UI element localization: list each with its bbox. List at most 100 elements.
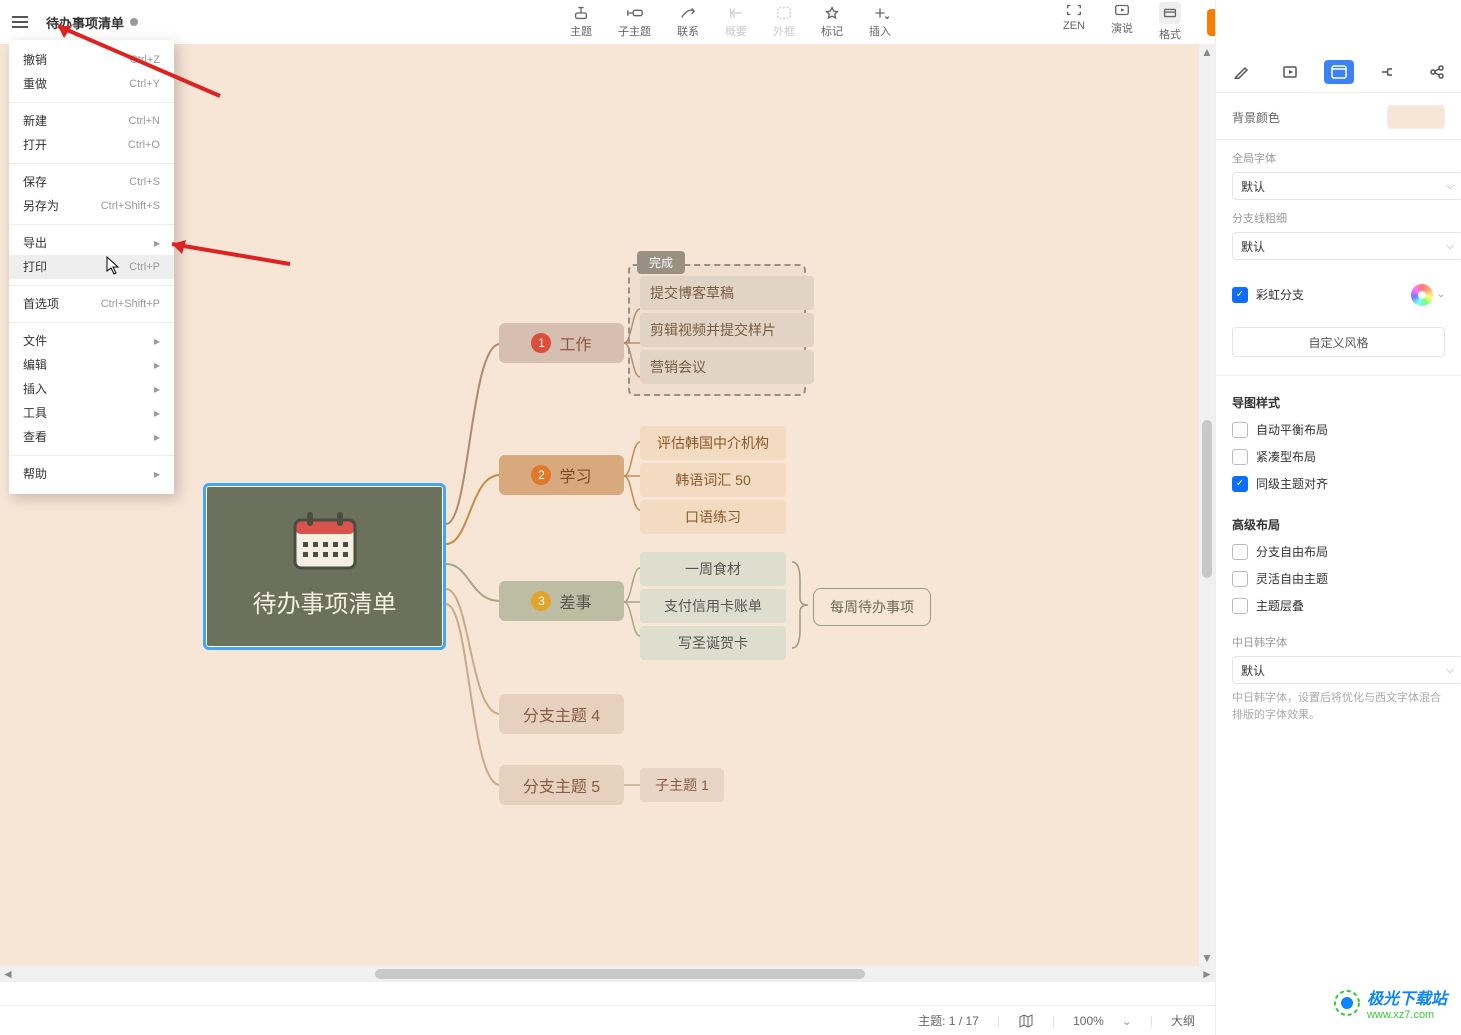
zen-button[interactable]: ZEN (1063, 2, 1085, 42)
menu-item-保存[interactable]: 保存Ctrl+S (9, 170, 174, 194)
vscroll-thumb[interactable] (1202, 420, 1212, 578)
topic-button[interactable]: 主题 (570, 5, 592, 39)
auto-balance-checkbox[interactable]: 自动平衡布局 (1232, 421, 1445, 438)
free-topic-checkbox[interactable]: 灵活自由主题 (1232, 570, 1445, 587)
main-menu-dropdown: 撤销Ctrl+Z重做Ctrl+Y 新建Ctrl+N打开Ctrl+O 保存Ctrl+S… (9, 40, 174, 494)
branch-4[interactable]: 分支主题 4 (499, 694, 624, 734)
watermark-url: www.xz7.com (1367, 1009, 1447, 1021)
hscroll-thumb[interactable] (375, 969, 865, 979)
menu-item-查看[interactable]: 查看▸ (9, 425, 174, 449)
rainbow-color-picker[interactable] (1411, 284, 1433, 306)
subtopic-work-3[interactable]: 营销会议 (640, 350, 814, 384)
menu-item-首选项[interactable]: 首选项Ctrl+Shift+P (9, 292, 174, 316)
chevron-down-icon[interactable]: ⌄ (1437, 289, 1445, 300)
global-font-select[interactable]: 默认⌵ (1232, 172, 1461, 200)
branch-errands[interactable]: 3 差事 (499, 581, 624, 621)
summary-bracket (790, 560, 810, 650)
watermark: 极光下载站 www.xz7.com (1333, 985, 1447, 1021)
menu-item-新建[interactable]: 新建Ctrl+N (9, 109, 174, 133)
scroll-left-arrow[interactable]: ◄ (0, 966, 16, 982)
menu-item-打印[interactable]: 打印Ctrl+P (9, 255, 174, 279)
subtopic-errand-1[interactable]: 一周食材 (640, 552, 786, 586)
compact-checkbox[interactable]: 紧凑型布局 (1232, 448, 1445, 465)
toolbar-label: 格式 (1159, 26, 1181, 42)
branch-5[interactable]: 分支主题 5 (499, 765, 624, 805)
menu-item-撤销[interactable]: 撤销Ctrl+Z (9, 48, 174, 72)
subtopic-work-2[interactable]: 剪辑视频并提交样片 (640, 313, 814, 347)
branch-label: 分支主题 5 (523, 773, 600, 797)
format-icon (1159, 2, 1181, 24)
boundary-button: 外框 (773, 5, 795, 39)
insert-button[interactable]: 插入 (869, 5, 891, 39)
menu-item-工具[interactable]: 工具▸ (9, 401, 174, 425)
branch-width-label: 分支线粗细 (1232, 210, 1445, 226)
cjk-font-label: 中日韩字体 (1232, 634, 1445, 650)
scroll-right-arrow[interactable]: ► (1199, 966, 1215, 982)
zoom-level[interactable]: 100% (1073, 1014, 1104, 1028)
branch-label: 学习 (559, 463, 591, 487)
branch-width-select[interactable]: 默认⌵ (1232, 232, 1461, 260)
scroll-up-arrow[interactable]: ▲ (1199, 44, 1215, 60)
relation-button[interactable]: 联系 (677, 5, 699, 39)
menu-item-另存为[interactable]: 另存为Ctrl+Shift+S (9, 194, 174, 218)
menu-item-重做[interactable]: 重做Ctrl+Y (9, 72, 174, 96)
branch-work[interactable]: 1 工作 (499, 323, 624, 363)
format-button[interactable]: 格式 (1159, 2, 1181, 42)
branch-label: 差事 (559, 589, 591, 613)
panel-tab-map[interactable] (1324, 60, 1354, 84)
vertical-scrollbar[interactable]: ▲ ▼ (1199, 44, 1215, 966)
cjk-font-select[interactable]: 默认⌵ (1232, 656, 1461, 684)
summary-topic[interactable]: 每周待办事项 (813, 588, 931, 626)
format-panel: 背景颜色 全局字体 默认⌵ 分支线粗细 默认⌵ 彩虹分支 ⌄ 自定义风格 导图样… (1215, 0, 1461, 1035)
scroll-down-arrow[interactable]: ▼ (1199, 950, 1215, 966)
free-branch-checkbox[interactable]: 分支自由布局 (1232, 543, 1445, 560)
toolbar-label: 子主题 (618, 23, 651, 39)
rainbow-branch-checkbox[interactable]: 彩虹分支 (1232, 286, 1304, 303)
calendar-icon (206, 508, 443, 574)
present-button[interactable]: 演说 (1111, 2, 1133, 42)
root-topic[interactable]: 待办事项清单 (203, 483, 446, 650)
marker-button[interactable]: 标记 (821, 5, 843, 39)
subtopic-button[interactable]: 子主题 (618, 5, 651, 39)
badge-1: 1 (531, 333, 551, 353)
custom-style-button[interactable]: 自定义风格 (1232, 327, 1445, 357)
toolbar-label: 概要 (725, 23, 747, 39)
panel-tab-branch[interactable] (1373, 60, 1403, 84)
canvas-area[interactable]: 待办事项清单 1 工作 完成 提交博客草稿 剪辑视频并提交样片 营销会议 2 学… (0, 44, 1215, 982)
zoom-dropdown-icon[interactable]: ⌄ (1122, 1014, 1132, 1028)
menu-item-导出[interactable]: 导出▸ (9, 231, 174, 255)
subtopic-study-2[interactable]: 韩语词汇 50 (640, 463, 786, 497)
subtopic-5-1[interactable]: 子主题 1 (640, 768, 724, 802)
subtopic-study-3[interactable]: 口语练习 (640, 500, 786, 534)
document-tab[interactable]: 待办事项清单 (46, 13, 138, 32)
branch-label: 分支主题 4 (523, 702, 600, 726)
branch-study[interactable]: 2 学习 (499, 455, 624, 495)
panel-tab-play[interactable] (1275, 60, 1305, 84)
subtopic-errand-3[interactable]: 写圣诞贺卡 (640, 626, 786, 660)
mindmap-canvas[interactable]: 待办事项清单 1 工作 完成 提交博客草稿 剪辑视频并提交样片 营销会议 2 学… (0, 44, 1215, 982)
bg-color-swatch[interactable] (1387, 105, 1445, 129)
menu-item-编辑[interactable]: 编辑▸ (9, 353, 174, 377)
menu-item-插入[interactable]: 插入▸ (9, 377, 174, 401)
panel-tab-style[interactable] (1226, 60, 1256, 84)
panel-tab-share[interactable] (1422, 60, 1452, 84)
map-icon[interactable] (1018, 1014, 1034, 1028)
plus-icon (871, 5, 889, 21)
menu-item-文件[interactable]: 文件▸ (9, 329, 174, 353)
hamburger-menu-button[interactable] (0, 2, 40, 42)
menu-item-打开[interactable]: 打开Ctrl+O (9, 133, 174, 157)
menu-item-帮助[interactable]: 帮助▸ (9, 462, 174, 486)
subtopic-errand-2[interactable]: 支付信用卡账单 (640, 589, 786, 623)
align-siblings-checkbox[interactable]: 同级主题对齐 (1232, 475, 1445, 492)
overlap-checkbox[interactable]: 主题层叠 (1232, 597, 1445, 614)
boundary-icon (775, 5, 793, 21)
horizontal-scrollbar[interactable]: ◄ ► (0, 966, 1215, 982)
global-font-label: 全局字体 (1232, 150, 1445, 166)
subtopic-study-1[interactable]: 评估韩国中介机构 (640, 426, 786, 460)
zen-icon (1065, 2, 1083, 18)
outline-button[interactable]: 大纲 (1171, 1012, 1195, 1029)
boundary-done[interactable]: 完成 提交博客草稿 剪辑视频并提交样片 营销会议 (628, 264, 806, 396)
toolbar-label: 主题 (570, 23, 592, 39)
subtopic-work-1[interactable]: 提交博客草稿 (640, 276, 814, 310)
panel-tabs (1216, 52, 1461, 93)
